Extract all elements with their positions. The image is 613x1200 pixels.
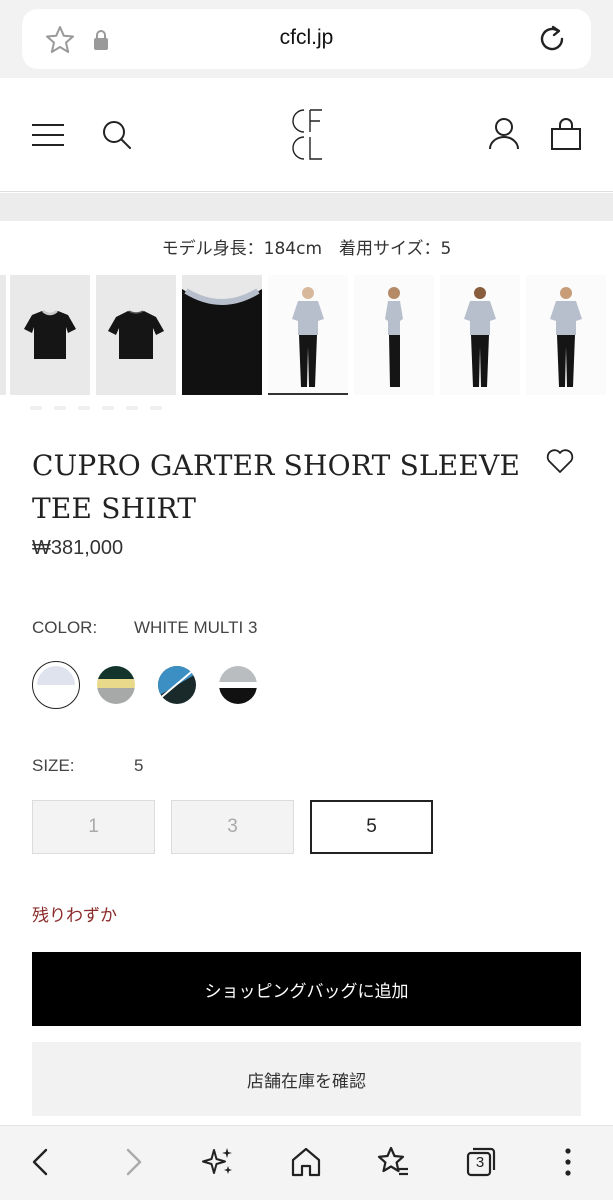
more-options-icon[interactable] xyxy=(550,1144,586,1180)
model-info: モデル身長：184cm 着用サイズ：5 xyxy=(161,239,452,259)
add-to-bag-label: ショッピングバッグに追加 xyxy=(204,981,409,1002)
add-to-bag-button[interactable]: ショッピングバッグに追加 xyxy=(32,952,581,1026)
bookmarks-star-icon[interactable] xyxy=(375,1144,411,1180)
color-value: WHITE MULTI 3 xyxy=(134,618,258,637)
thumbnail[interactable] xyxy=(354,275,434,395)
thumbnail[interactable] xyxy=(526,275,606,395)
search-icon[interactable] xyxy=(100,118,134,152)
address-bar[interactable]: cfcl.jp xyxy=(22,9,591,69)
product-price: ₩381,000 xyxy=(32,537,124,559)
browser-toolbar: 3 xyxy=(0,1125,613,1200)
product-title: CUPRO GARTER SHORT SLEEVE TEE SHIRT xyxy=(32,449,521,525)
size-value: 5 xyxy=(134,756,144,775)
thumbnail[interactable] xyxy=(10,275,90,395)
reload-icon[interactable] xyxy=(535,22,569,56)
size-option-3[interactable]: 3 xyxy=(171,800,294,854)
color-swatch-blue-black-diagonal[interactable] xyxy=(158,666,196,704)
account-icon[interactable] xyxy=(487,116,521,152)
thumbnail[interactable] xyxy=(268,275,348,395)
forward-icon[interactable] xyxy=(114,1144,150,1180)
color-label: COLOR: xyxy=(32,618,98,637)
cfcl-logo[interactable] xyxy=(286,106,328,164)
thumbnail-strip[interactable] xyxy=(0,275,613,397)
thumbnail[interactable] xyxy=(0,275,6,395)
site-header xyxy=(0,78,613,192)
back-icon[interactable] xyxy=(24,1144,60,1180)
thumbnail[interactable] xyxy=(440,275,520,395)
favorite-heart-icon[interactable] xyxy=(545,447,575,475)
size-label: SIZE: xyxy=(32,756,75,775)
thumbnail[interactable] xyxy=(96,275,176,395)
url-text[interactable]: cfcl.jp xyxy=(22,26,591,50)
tab-count: 3 xyxy=(475,1154,485,1171)
check-store-stock-label: 店舗在庫を確認 xyxy=(247,1071,366,1092)
gallery-pager xyxy=(30,406,162,410)
color-swatch-grey-black[interactable] xyxy=(219,666,257,704)
color-swatch-white-multi-3[interactable] xyxy=(37,666,75,704)
shopping-bag-icon[interactable] xyxy=(549,116,583,152)
thumbnail[interactable] xyxy=(182,275,262,395)
check-store-stock-button[interactable]: 店舗在庫を確認 xyxy=(32,1042,581,1116)
browser-url-area: cfcl.jp xyxy=(0,0,613,78)
image-strip-divider xyxy=(0,193,613,221)
color-swatch-green-yellow-grey[interactable] xyxy=(97,666,135,704)
home-icon[interactable] xyxy=(288,1144,324,1180)
sparkle-assistant-icon[interactable] xyxy=(200,1144,236,1180)
size-option-1[interactable]: 1 xyxy=(32,800,155,854)
tabs-button[interactable]: 3 xyxy=(462,1144,498,1180)
size-option-5[interactable]: 5 xyxy=(310,800,433,854)
hamburger-menu-icon[interactable] xyxy=(31,120,65,150)
low-stock-note: 残りわずか xyxy=(32,906,117,926)
